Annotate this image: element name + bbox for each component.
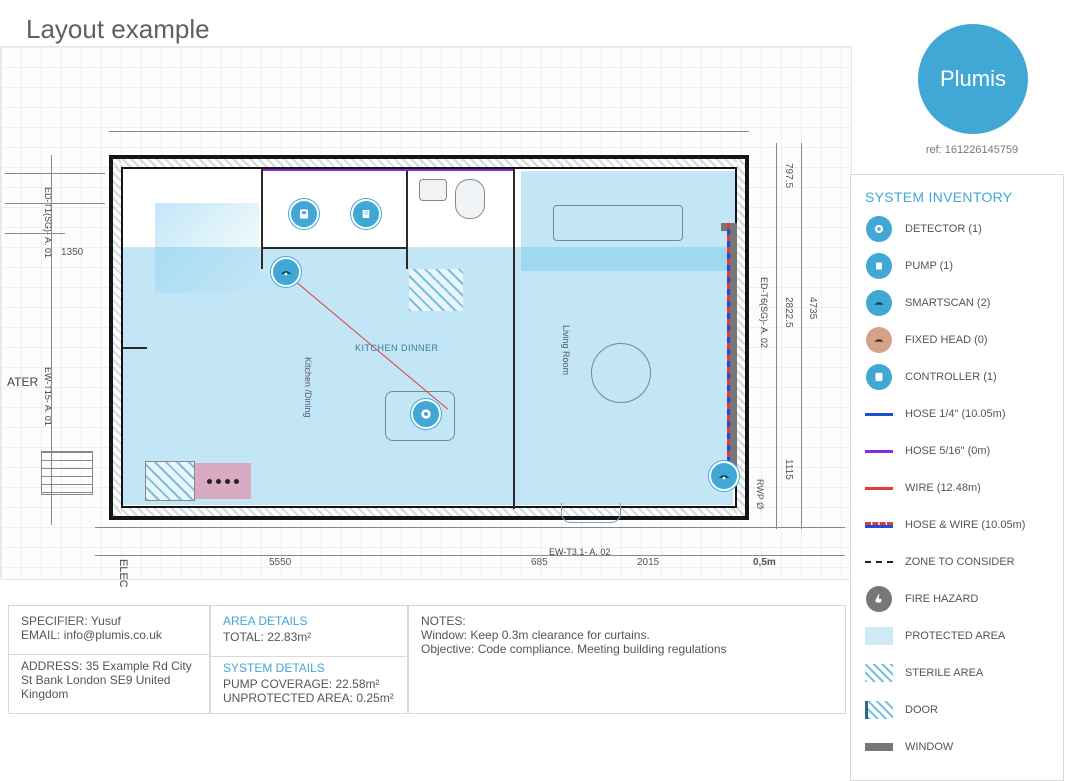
legend-hosewire: HOSE & WIRE (10.05m) (865, 511, 1051, 539)
dim-2015: 2015 (637, 557, 659, 568)
info-areas: AREA DETAILS TOTAL: 22.83m² SYSTEM DETAI… (210, 605, 408, 714)
room-label-kitchen: KITCHEN DINNER (355, 343, 439, 353)
interior-wall (123, 347, 147, 349)
legend-pump: PUMP (1) (865, 252, 1051, 280)
address-lbl: ADDRESS: (21, 659, 82, 673)
hose-wire-run (727, 223, 730, 485)
legend-fixedhead: FIXED HEAD (0) (865, 326, 1051, 354)
room-label-kitchen2: Kitchen /Dining (303, 357, 313, 418)
exterior-steps (41, 451, 93, 495)
fixture-sink (419, 179, 447, 201)
device-controller[interactable] (289, 199, 319, 229)
legend-wire: WIRE (12.48m) (865, 474, 1051, 502)
device-smartscan-2[interactable] (709, 461, 739, 491)
area-total: TOTAL: 22.83m² (223, 630, 395, 644)
legend-label: HOSE & WIRE (10.05m) (905, 519, 1025, 531)
legend-sterile: STERILE AREA (865, 659, 1051, 687)
sterile-area (409, 269, 463, 311)
legend-label: HOSE 1/4" (10.05m) (905, 408, 1006, 420)
legend-detector: DETECTOR (1) (865, 215, 1051, 243)
dim-4735: 4735 (807, 297, 818, 319)
legend-label: WINDOW (905, 741, 953, 753)
legend-label: DOOR (905, 704, 938, 716)
dim-797: 797.5 (783, 163, 794, 188)
brand-logo: Plumis (918, 24, 1028, 134)
legend-label: STERILE AREA (905, 667, 983, 679)
legend-label: PUMP (1) (905, 260, 953, 272)
legend-label: HOSE 5/16" (0m) (905, 445, 990, 457)
dim-05m: 0,5m (753, 557, 776, 568)
room-label-living: Living Room (561, 325, 571, 375)
system-heading: SYSTEM DETAILS (223, 661, 395, 675)
note-2: Objective: Code compliance. Meeting buil… (421, 642, 833, 656)
pump-coverage: PUMP COVERAGE: 22.58m² (223, 677, 395, 691)
legend-window: WINDOW (865, 733, 1051, 761)
hose-run-516 (263, 169, 513, 171)
reference-number: ref: 161226145759 (912, 144, 1032, 156)
interior-wall (406, 169, 408, 269)
dim-685: 685 (531, 557, 548, 568)
notes-heading: NOTES: (421, 614, 833, 628)
floorplan-canvas: ED-T1(SG)- A. 01 EW-T15- A. 01 ED-T6(SG)… (0, 46, 852, 580)
ext-label-water: ATER (7, 375, 38, 389)
legend-label: CONTROLLER (1) (905, 371, 997, 383)
furniture-roundtable (591, 343, 651, 403)
email-lbl: EMAIL: (21, 628, 60, 642)
brand-name: Plumis (940, 66, 1006, 92)
ext-label-elec: ELEC (117, 559, 129, 588)
area-heading: AREA DETAILS (223, 614, 395, 628)
legend-fire: FIRE HAZARD (865, 585, 1051, 613)
info-notes: NOTES: Window: Keep 0.3m clearance for c… (408, 605, 846, 714)
legend-label: SMARTSCAN (2) (905, 297, 990, 309)
device-smartscan-1[interactable] (271, 257, 301, 287)
interior-wall (261, 169, 263, 269)
dim-1115: 1115 (783, 459, 794, 480)
flame-icon (866, 586, 892, 612)
label-rwp: RWP Ø (755, 479, 765, 509)
device-detector[interactable] (411, 399, 441, 429)
fire-hazard-stove (195, 463, 251, 499)
window-right (729, 223, 737, 485)
legend-hose14: HOSE 1/4" (10.05m) (865, 400, 1051, 428)
specifier-lbl: SPECIFIER: (21, 614, 88, 628)
email-val: info@plumis.co.uk (64, 628, 162, 642)
dim-2822: 2822.5 (783, 297, 794, 328)
legend-heading: SYSTEM INVENTORY (865, 189, 1051, 205)
legend-label: PROTECTED AREA (905, 630, 1005, 642)
specifier-val: Yusuf (91, 614, 121, 628)
legend-label: WIRE (12.48m) (905, 482, 981, 494)
legend-zone: ZONE TO CONSIDER (865, 548, 1051, 576)
legend-smartscan: SMARTSCAN (2) (865, 289, 1051, 317)
legend-label: DETECTOR (1) (905, 223, 982, 235)
protected-area-beam (155, 203, 259, 293)
interior-wall (263, 247, 408, 249)
legend-label: FIRE HAZARD (905, 593, 978, 605)
legend-controller: CONTROLLER (1) (865, 363, 1051, 391)
door-threshold (561, 503, 621, 523)
fixture-toilet (455, 179, 485, 219)
sterile-area (145, 461, 195, 501)
note-1: Window: Keep 0.3m clearance for curtains… (421, 628, 833, 642)
furniture-sofa (553, 205, 683, 241)
dim-5550: 5550 (269, 557, 291, 568)
ext-label-right: ED-T6(SG)- A. 02 (759, 277, 769, 348)
interior-wall (513, 169, 515, 509)
legend-hose516: HOSE 5/16" (0m) (865, 437, 1051, 465)
unprotected-area: UNPROTECTED AREA: 0.25m² (223, 691, 395, 705)
legend-panel: SYSTEM INVENTORY DETECTOR (1) PUMP (1) S… (850, 174, 1064, 781)
legend-label: ZONE TO CONSIDER (905, 556, 1015, 568)
device-pump[interactable] (351, 199, 381, 229)
info-panel: SPECIFIER: Yusuf EMAIL: info@plumis.co.u… (8, 605, 846, 714)
legend-protected: PROTECTED AREA (865, 622, 1051, 650)
info-specifier: SPECIFIER: Yusuf EMAIL: info@plumis.co.u… (8, 605, 210, 714)
legend-label: FIXED HEAD (0) (905, 334, 988, 346)
page-title: Layout example (26, 14, 210, 45)
dim-1350: 1350 (61, 247, 83, 258)
